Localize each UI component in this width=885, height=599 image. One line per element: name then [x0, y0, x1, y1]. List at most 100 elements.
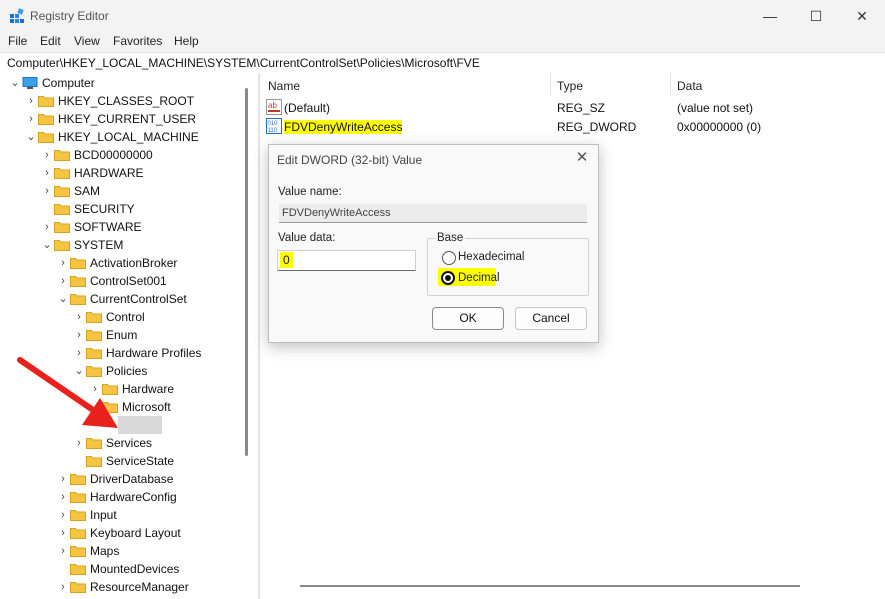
tree-node-microsoft[interactable]: ⌄ Microsoft: [0, 398, 236, 416]
tree-node-hkey-classes-root[interactable]: › HKEY_CLASSES_ROOT: [0, 92, 236, 110]
tree-node-controlset001[interactable]: › ControlSet001: [0, 272, 236, 290]
dialog-close-button[interactable]: ✕: [574, 150, 590, 166]
chevron-right-icon[interactable]: ›: [58, 491, 68, 503]
column-separator[interactable]: [550, 73, 551, 95]
chevron-right-icon[interactable]: ›: [42, 149, 52, 161]
folder-icon: [70, 528, 86, 539]
folder-icon: [70, 492, 86, 503]
value-name-text: FDVDenyWriteAccess: [282, 207, 391, 219]
tree-node-label: SECURITY: [74, 202, 135, 216]
close-window-button[interactable]: ✕: [839, 0, 885, 32]
tree-node-hkey-local-machine[interactable]: ⌄ HKEY_LOCAL_MACHINE: [0, 128, 236, 146]
tree-pane[interactable]: ⌄ Computer › HKEY_CLASSES_ROOT › HKEY_CURRENT…: [0, 73, 258, 599]
tree-node-hardware[interactable]: › HARDWARE: [0, 164, 236, 182]
menu-edit[interactable]: Edit: [40, 34, 61, 48]
tree-node-keyboard-layout[interactable]: › Keyboard Layout: [0, 524, 236, 542]
menu-file[interactable]: File: [8, 34, 27, 48]
tree-node-activationbroker[interactable]: › ActivationBroker: [0, 254, 236, 272]
tree-node-bcd00000000[interactable]: › BCD00000000: [0, 146, 236, 164]
value-data-input[interactable]: 0: [277, 250, 416, 271]
tree-node-label: BCD00000000: [74, 148, 153, 162]
tree-node-hardware-profiles[interactable]: › Hardware Profiles: [0, 344, 236, 362]
chevron-right-icon[interactable]: ›: [58, 545, 68, 557]
chevron-right-icon[interactable]: ›: [90, 383, 100, 395]
chevron-down-icon[interactable]: ⌄: [58, 293, 68, 305]
chevron-right-icon[interactable]: ›: [26, 95, 36, 107]
radio-button-checked[interactable]: [441, 271, 455, 285]
menu-favorites[interactable]: Favorites: [113, 34, 162, 48]
value-name: (Default): [284, 101, 331, 115]
tree-node-security[interactable]: SECURITY: [0, 200, 236, 218]
tree-node-services[interactable]: › Services: [0, 434, 236, 452]
dialog-title: Edit DWORD (32-bit) Value: [277, 153, 423, 167]
menu-help[interactable]: Help: [174, 34, 199, 48]
tree-node-label: CurrentControlSet: [90, 292, 187, 306]
chevron-right-icon[interactable]: ›: [42, 221, 52, 233]
address-bar[interactable]: Computer\HKEY_LOCAL_MACHINE\SYSTEM\Curre…: [0, 52, 885, 74]
svg-text:010: 010: [268, 121, 279, 127]
chevron-down-icon[interactable]: ⌄: [26, 131, 36, 143]
chevron-right-icon[interactable]: ›: [58, 581, 68, 593]
tree-node-hkey-current-user[interactable]: › HKEY_CURRENT_USER: [0, 110, 236, 128]
chevron-down-icon[interactable]: ⌄: [42, 239, 52, 251]
tree-node-control[interactable]: › Control: [0, 308, 236, 326]
tree-node-servicestate[interactable]: ServiceState: [0, 452, 236, 470]
maximize-button[interactable]: ☐: [793, 0, 839, 32]
tree-node-sam[interactable]: › SAM: [0, 182, 236, 200]
tree-node-label: Input: [90, 508, 117, 522]
value-data-label: Value data:: [278, 232, 336, 244]
tree-node-computer[interactable]: ⌄ Computer: [0, 74, 236, 92]
tree-node-enum[interactable]: › Enum: [0, 326, 236, 344]
chevron-right-icon[interactable]: ›: [74, 311, 84, 323]
chevron-right-icon[interactable]: ›: [58, 257, 68, 269]
chevron-right-icon[interactable]: ›: [58, 473, 68, 485]
chevron-right-icon[interactable]: ›: [74, 347, 84, 359]
tree-node-maps[interactable]: › Maps: [0, 542, 236, 560]
tree-node-label: Microsoft: [122, 400, 171, 414]
chevron-right-icon[interactable]: ›: [74, 329, 84, 341]
chevron-right-icon[interactable]: ›: [42, 167, 52, 179]
column-header-name[interactable]: Name: [268, 79, 300, 93]
menu-view[interactable]: View: [74, 34, 100, 48]
tree-node-hardware[interactable]: › Hardware: [0, 380, 236, 398]
tree-node-system[interactable]: ⌄ SYSTEM: [0, 236, 236, 254]
tree-node-policies[interactable]: ⌄ Policies: [0, 362, 236, 380]
folder-icon: [86, 312, 102, 323]
base-groupbox: [427, 238, 589, 296]
ok-button[interactable]: OK: [432, 307, 504, 330]
tree-node-label: SYSTEM: [74, 238, 124, 252]
tree-node-label: Keyboard Layout: [90, 526, 181, 540]
tree-node-hardwareconfig[interactable]: › HardwareConfig: [0, 488, 236, 506]
column-header-type[interactable]: Type: [557, 79, 583, 93]
tree-node-driverdatabase[interactable]: › DriverDatabase: [0, 470, 236, 488]
radio-button[interactable]: [442, 251, 456, 265]
chevron-down-icon[interactable]: ⌄: [90, 401, 100, 413]
radio-label: Hexadecimal: [458, 251, 525, 263]
tree-node-software[interactable]: › SOFTWARE: [0, 218, 236, 236]
tree-scrollbar-thumb[interactable]: [245, 88, 248, 456]
column-separator[interactable]: [670, 73, 671, 95]
tree-node-label: HKEY_LOCAL_MACHINE: [58, 130, 199, 144]
cancel-button[interactable]: Cancel: [515, 307, 587, 330]
edit-dword-dialog: Edit DWORD (32-bit) Value ✕ Value name: …: [268, 144, 599, 343]
chevron-right-icon[interactable]: ›: [42, 185, 52, 197]
tree-node-label: HKEY_CLASSES_ROOT: [58, 94, 195, 108]
minimize-button[interactable]: —: [747, 0, 793, 32]
registry-editor-app-icon: [10, 8, 24, 23]
tree-node-mounteddevices[interactable]: MountedDevices: [0, 560, 236, 578]
tree-node-label: SAM: [74, 184, 101, 198]
list-horizontal-scrollbar[interactable]: [300, 585, 800, 587]
chevron-right-icon[interactable]: ›: [26, 113, 36, 125]
folder-icon: [70, 276, 86, 287]
column-header-data[interactable]: Data: [677, 79, 702, 93]
tree-node-resourcemanager[interactable]: › ResourceManager: [0, 578, 236, 596]
value-type: REG_SZ: [557, 101, 606, 115]
tree-node-currentcontrolset[interactable]: ⌄ CurrentControlSet: [0, 290, 236, 308]
tree-node-input[interactable]: › Input: [0, 506, 236, 524]
chevron-right-icon[interactable]: ›: [58, 275, 68, 287]
chevron-right-icon[interactable]: ›: [74, 437, 84, 449]
chevron-down-icon[interactable]: ⌄: [10, 77, 20, 89]
chevron-down-icon[interactable]: ⌄: [74, 365, 84, 377]
chevron-right-icon[interactable]: ›: [58, 509, 68, 521]
chevron-right-icon[interactable]: ›: [58, 527, 68, 539]
